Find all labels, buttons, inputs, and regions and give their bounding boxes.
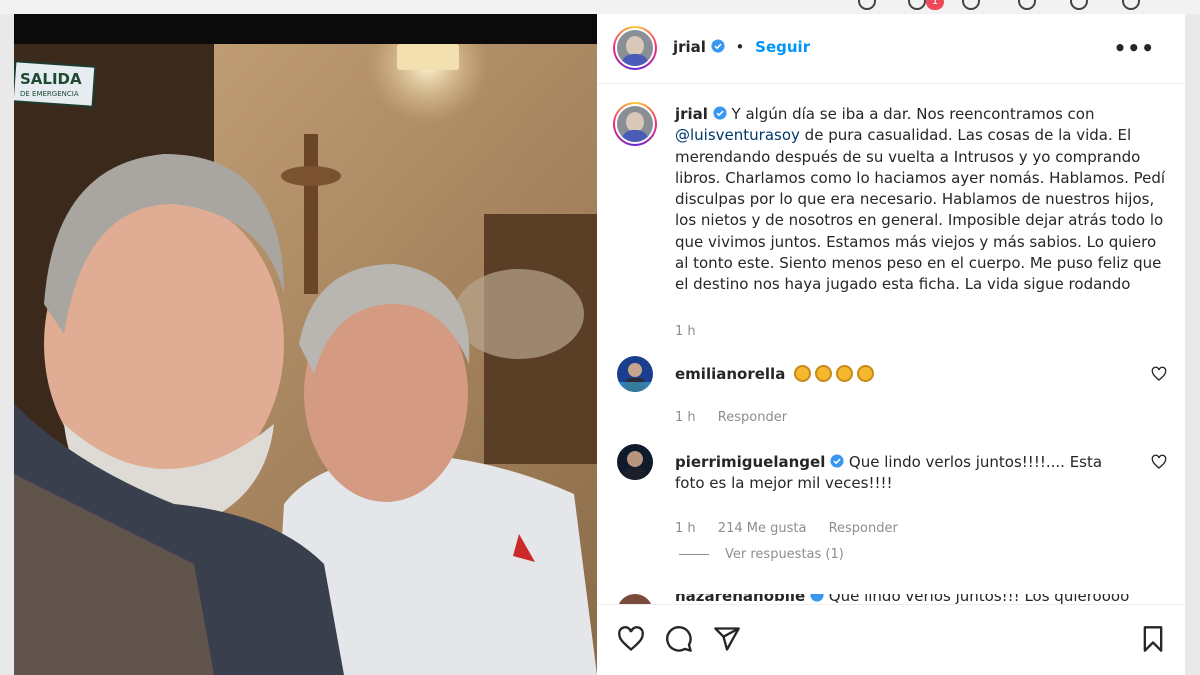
caption-author-avatar[interactable] xyxy=(613,102,657,146)
follow-button[interactable]: Seguir xyxy=(755,38,810,56)
top-nav-strip: 1 xyxy=(0,0,1200,14)
caption-body-rest: de pura casualidad. Las cosas de la vida… xyxy=(675,126,1166,294)
heart-icon[interactable] xyxy=(617,625,645,653)
verified-icon xyxy=(810,594,824,602)
post-photo[interactable]: SALIDA DE EMERGENCIA xyxy=(14,14,597,675)
commenter-username[interactable]: nazarenanobile xyxy=(675,594,805,604)
comment-text: emilianorella xyxy=(675,364,1135,385)
post-actions-bar xyxy=(597,604,1185,675)
comment-item-partial: nazarenanobile Que lindo verlos juntos!!… xyxy=(613,594,1173,604)
comment-like-heart-icon[interactable] xyxy=(1151,366,1167,382)
profile-avatar-icon[interactable] xyxy=(1122,0,1140,10)
new-post-icon[interactable] xyxy=(962,0,980,10)
exit-sign-text: SALIDA xyxy=(20,70,82,88)
verified-icon xyxy=(830,454,844,468)
activity-heart-icon[interactable] xyxy=(1070,0,1088,10)
author-username[interactable]: jrial xyxy=(673,38,706,56)
comment-time[interactable]: 1 h xyxy=(675,410,696,425)
separator-dot: • xyxy=(735,38,745,56)
comment-text: nazarenanobile Que lindo verlos juntos!!… xyxy=(675,594,1135,604)
caption-username[interactable]: jrial xyxy=(675,105,708,123)
post-header: jrial • Seguir ••• xyxy=(597,14,1185,84)
comment-time[interactable]: 1 h xyxy=(675,521,696,536)
commenter-avatar[interactable] xyxy=(617,594,653,604)
comment-like-heart-icon[interactable] xyxy=(1151,454,1167,470)
verified-icon xyxy=(713,106,727,120)
author-line: jrial • Seguir xyxy=(673,38,810,56)
verified-icon xyxy=(711,39,725,53)
photo-top-bar xyxy=(14,14,597,44)
selfie-image: SALIDA DE EMERGENCIA xyxy=(14,44,597,675)
caption-timestamp[interactable]: 1 h xyxy=(675,324,696,339)
view-replies-button[interactable]: Ver respuestas (1) xyxy=(679,547,844,562)
view-replies-label: Ver respuestas (1) xyxy=(725,547,844,562)
comment-likes[interactable]: 214 Me gusta xyxy=(718,521,807,536)
commenter-username[interactable]: pierrimiguelangel xyxy=(675,453,825,471)
commenter-avatar[interactable] xyxy=(617,356,653,392)
exit-sign-subtext: DE EMERGENCIA xyxy=(20,90,79,98)
commenter-avatar[interactable] xyxy=(617,444,653,480)
comment-body: Que lindo verlos juntos!!! Los quieroooo xyxy=(828,594,1130,604)
more-options-icon[interactable]: ••• xyxy=(1114,36,1155,60)
notification-badge: 1 xyxy=(926,0,944,10)
comment-meta: 1 h Responder xyxy=(675,410,805,425)
messenger-icon[interactable] xyxy=(908,0,926,10)
author-avatar[interactable] xyxy=(613,26,657,70)
home-icon[interactable] xyxy=(858,0,876,10)
share-icon[interactable] xyxy=(713,625,741,653)
caption-mention-link[interactable]: @luisventurasoy xyxy=(675,126,800,144)
comment-meta: 1 h 214 Me gusta Responder xyxy=(675,521,916,536)
clap-emoji xyxy=(790,365,875,383)
comment-text: pierrimiguelangel Que lindo verlos junto… xyxy=(675,452,1135,494)
commenter-username[interactable]: emilianorella xyxy=(675,365,785,383)
caption-text: jrial Y algún día se iba a dar. Nos reen… xyxy=(675,104,1173,296)
post-detail-panel: jrial • Seguir ••• jrial Y algún día se … xyxy=(597,14,1185,675)
caption-body-start: Y algún día se iba a dar. Nos reencontra… xyxy=(731,105,1095,123)
bookmark-icon[interactable] xyxy=(1139,625,1167,653)
reply-button[interactable]: Responder xyxy=(829,521,898,536)
replies-divider xyxy=(679,554,709,555)
reply-button[interactable]: Responder xyxy=(718,410,787,425)
explore-icon[interactable] xyxy=(1018,0,1036,10)
comment-icon[interactable] xyxy=(665,625,693,653)
